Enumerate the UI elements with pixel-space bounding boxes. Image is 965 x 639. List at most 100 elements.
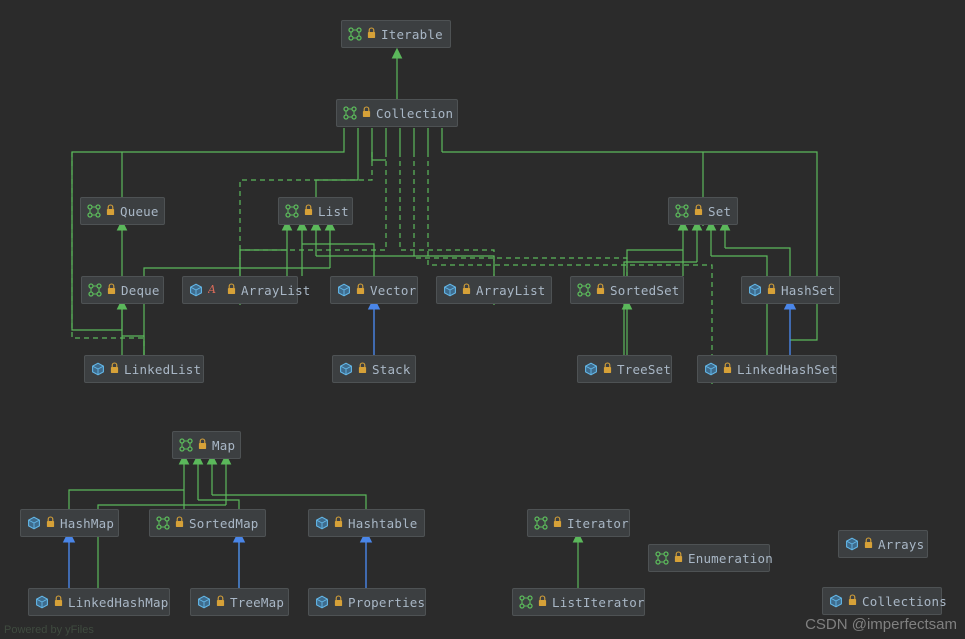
node-label: List: [318, 203, 349, 219]
powered-by-label: Powered by yFiles: [4, 624, 94, 636]
node-enumeration[interactable]: Enumeration: [648, 544, 773, 572]
lock-icon: [216, 595, 225, 609]
class-icon: [829, 594, 843, 608]
class-icon: [845, 537, 859, 551]
node-listiterator[interactable]: ListIterator: [512, 588, 645, 616]
lock-icon: [175, 516, 184, 530]
lock-icon: [198, 438, 207, 452]
lock-icon: [362, 106, 371, 120]
node-label: LinkedHashSet: [737, 361, 838, 377]
node-label: Stack: [372, 361, 411, 377]
node-stack[interactable]: Stack: [332, 355, 416, 383]
node-hashmap[interactable]: HashMap: [20, 509, 119, 537]
class-hierarchy-diagram: Iterable Collection Queue List Set Deque A Arra…: [0, 0, 965, 639]
lock-icon: [358, 362, 367, 376]
node-label: ListIterator: [552, 594, 645, 610]
lock-icon: [848, 594, 857, 608]
node-label: Deque: [121, 282, 160, 298]
node-queue[interactable]: Queue: [80, 197, 165, 225]
node-collections[interactable]: Collections: [822, 587, 947, 615]
lock-icon: [694, 204, 703, 218]
node-collection[interactable]: Collection: [336, 99, 458, 127]
node-set[interactable]: Set: [668, 197, 738, 225]
lock-icon: [106, 204, 115, 218]
lock-icon: [553, 516, 562, 530]
class-icon: [339, 362, 353, 376]
lock-icon: [334, 516, 343, 530]
node-label: TreeMap: [230, 594, 285, 610]
interface-icon: [534, 516, 548, 530]
node-label: Map: [212, 437, 236, 453]
node-vector[interactable]: Vector: [330, 276, 418, 304]
node-label: LinkedHashMap: [68, 594, 169, 610]
interface-icon: [675, 204, 689, 218]
node-linkedhashmap[interactable]: LinkedHashMap: [28, 588, 170, 616]
node-label: LinkedList: [124, 361, 202, 377]
node-label: SortedSet: [610, 282, 680, 298]
lock-icon: [304, 204, 313, 218]
interface-icon: [577, 283, 591, 297]
node-label: Properties: [348, 594, 426, 610]
node-linkedhashset[interactable]: LinkedHashSet: [697, 355, 837, 383]
interface-icon: [179, 438, 193, 452]
class-icon: [35, 595, 49, 609]
interface-icon: [655, 551, 669, 565]
node-label: TreeSet: [617, 361, 672, 377]
node-sortedset[interactable]: SortedSet: [570, 276, 684, 304]
node-deque[interactable]: Deque: [81, 276, 164, 304]
lock-icon: [864, 537, 873, 551]
node-sortedmap[interactable]: SortedMap: [149, 509, 266, 537]
node-label: HashMap: [60, 515, 115, 531]
lock-icon: [723, 362, 732, 376]
class-icon: [189, 283, 203, 297]
interface-icon: [88, 283, 102, 297]
node-label: Arrays: [878, 536, 925, 552]
interface-icon: [348, 27, 362, 41]
node-iterable[interactable]: Iterable: [341, 20, 451, 48]
lock-icon: [54, 595, 63, 609]
lock-icon: [603, 362, 612, 376]
node-arraylist[interactable]: ArrayList: [436, 276, 552, 304]
class-icon: [748, 283, 762, 297]
class-icon: [27, 516, 41, 530]
node-label: Queue: [120, 203, 159, 219]
class-icon: [337, 283, 351, 297]
interface-icon: [87, 204, 101, 218]
node-label: Iterator: [567, 515, 629, 531]
node-hashtable[interactable]: Hashtable: [308, 509, 425, 537]
node-label: Collections: [862, 593, 947, 609]
node-label: ArrayList: [476, 282, 546, 298]
node-treeset[interactable]: TreeSet: [577, 355, 672, 383]
lock-icon: [538, 595, 547, 609]
node-label: Iterable: [381, 26, 443, 42]
watermark: CSDN @imperfectsam: [805, 616, 957, 633]
class-icon: [91, 362, 105, 376]
class-icon: [443, 283, 457, 297]
lock-icon: [596, 283, 605, 297]
node-properties[interactable]: Properties: [308, 588, 426, 616]
lock-icon: [367, 27, 376, 41]
svg-text:A: A: [208, 283, 216, 295]
node-iterator[interactable]: Iterator: [527, 509, 630, 537]
node-label: Set: [708, 203, 732, 219]
class-icon: [584, 362, 598, 376]
lock-icon: [767, 283, 776, 297]
interface-icon: [519, 595, 533, 609]
node-arraylist-abstract[interactable]: A ArrayList: [182, 276, 310, 304]
class-icon: [315, 516, 329, 530]
lock-icon: [227, 283, 236, 297]
lock-icon: [462, 283, 471, 297]
node-label: HashSet: [781, 282, 836, 298]
node-arrays[interactable]: Arrays: [838, 530, 928, 558]
lock-icon: [46, 516, 55, 530]
node-map[interactable]: Map: [172, 431, 241, 459]
diagram-edges: [62, 47, 818, 588]
class-icon: [704, 362, 718, 376]
node-label: Hashtable: [348, 515, 418, 531]
node-hashset[interactable]: HashSet: [741, 276, 840, 304]
node-linkedlist[interactable]: LinkedList: [84, 355, 204, 383]
class-icon: [197, 595, 211, 609]
lock-icon: [674, 551, 683, 565]
node-list[interactable]: List: [278, 197, 353, 225]
node-treemap[interactable]: TreeMap: [190, 588, 289, 616]
